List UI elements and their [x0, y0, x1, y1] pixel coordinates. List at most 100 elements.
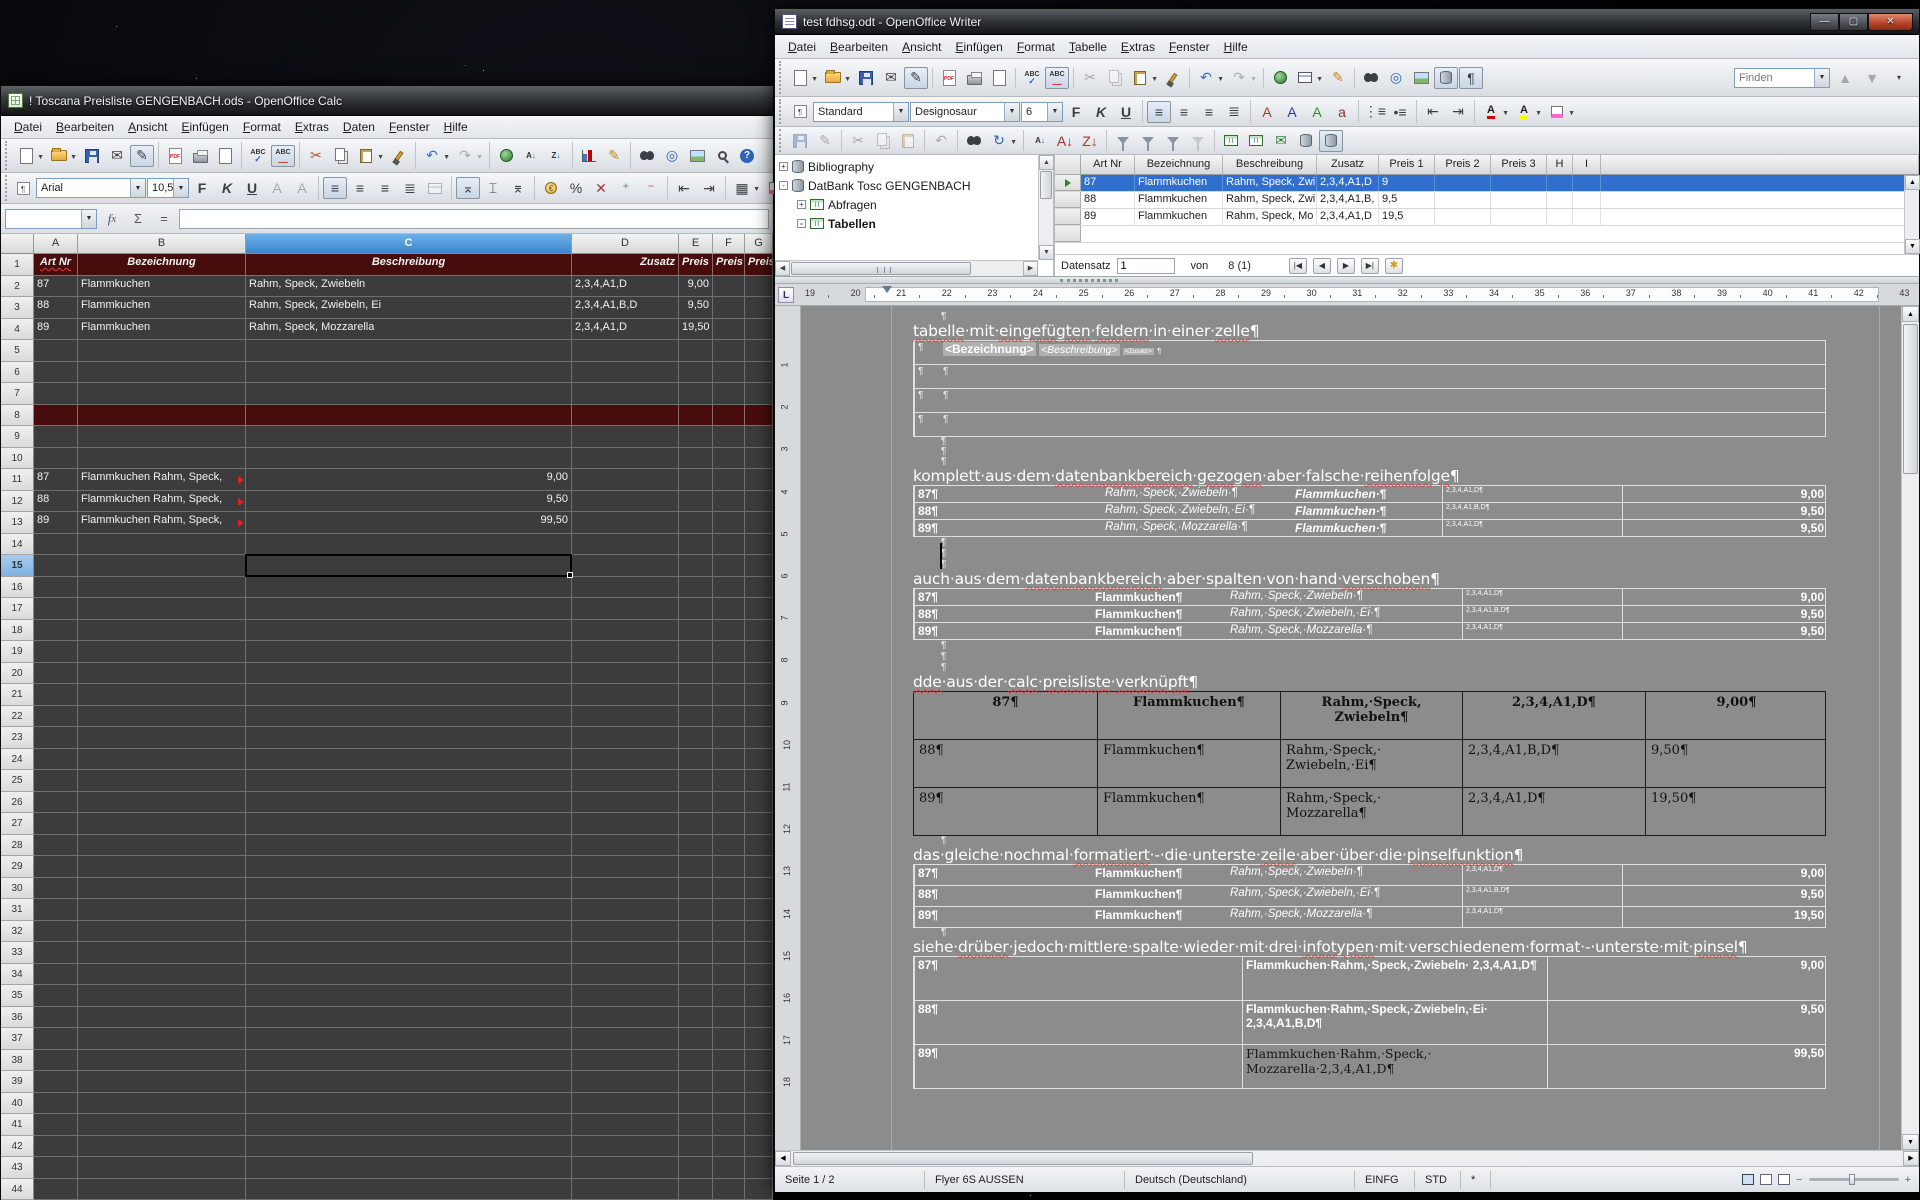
first-record-icon[interactable]: |◀: [1289, 258, 1307, 274]
cell-F5[interactable]: [713, 340, 745, 362]
zoom-icon[interactable]: [710, 145, 734, 167]
cell-E19[interactable]: [679, 641, 713, 663]
calc-column-headers[interactable]: ABCDEFG: [1, 234, 773, 254]
grid-column-preis-1[interactable]: Preis 1: [1379, 155, 1435, 175]
navigator-icon[interactable]: ◎: [660, 145, 684, 167]
chevron-down-icon[interactable]: ▼: [130, 179, 145, 197]
cell-D25[interactable]: [572, 770, 679, 792]
cell-D36[interactable]: [572, 1007, 679, 1029]
add-decimal-icon[interactable]: ⁺: [614, 177, 638, 199]
cell-G37[interactable]: [745, 1028, 773, 1050]
row-header-12[interactable]: 12: [1, 491, 34, 513]
cell-B18[interactable]: [78, 620, 246, 642]
cell-B21[interactable]: [78, 684, 246, 706]
grid-cell[interactable]: Rahm, Speck, Zwi: [1223, 192, 1317, 208]
cell-E32[interactable]: [679, 921, 713, 943]
new-document-icon[interactable]: ▼: [14, 145, 38, 167]
cell-B37[interactable]: [78, 1028, 246, 1050]
cell-D18[interactable]: [572, 620, 679, 642]
open-icon[interactable]: ▼: [821, 67, 845, 89]
cell-E22[interactable]: [679, 706, 713, 728]
calc-titlebar[interactable]: ! Toscana Preisliste GENGENBACH.ods - Op…: [1, 86, 773, 116]
cell-E36[interactable]: [679, 1007, 713, 1029]
row-header-6[interactable]: 6: [1, 362, 34, 384]
status-modified[interactable]: *: [1461, 1171, 1491, 1189]
calc-window[interactable]: ! Toscana Preisliste GENGENBACH.ods - Op…: [0, 85, 774, 1200]
cell-C36[interactable]: [246, 1007, 572, 1029]
cell-D26[interactable]: [572, 792, 679, 814]
cell-A41[interactable]: [34, 1114, 78, 1136]
menu-datei[interactable]: Datei: [7, 117, 49, 137]
explorer-horizontal-scrollbar[interactable]: ◀ ▶: [775, 260, 1038, 276]
scroll-right-icon[interactable]: ▶: [1903, 1151, 1919, 1166]
undo-icon[interactable]: ↶▼: [1194, 67, 1218, 89]
cell-B24[interactable]: [78, 749, 246, 771]
maximize-button[interactable]: ▢: [1839, 13, 1868, 31]
cell-B28[interactable]: [78, 835, 246, 857]
cell-B31[interactable]: [78, 899, 246, 921]
cell-E44[interactable]: [679, 1179, 713, 1200]
cell-G18[interactable]: [745, 620, 773, 642]
toolbar-grip[interactable]: [779, 61, 784, 94]
function-wizard-icon[interactable]: fx: [101, 209, 123, 229]
hyperlink-icon[interactable]: [494, 145, 518, 167]
cell-F34[interactable]: [713, 964, 745, 986]
autospellcheck-icon[interactable]: ABC﹏: [271, 145, 295, 167]
cell-E34[interactable]: [679, 964, 713, 986]
grid-cell[interactable]: 9,5: [1379, 192, 1435, 208]
cell-B14[interactable]: [78, 534, 246, 556]
cell-E6[interactable]: [679, 362, 713, 384]
cell-G17[interactable]: [745, 598, 773, 620]
row-header-27[interactable]: 27: [1, 813, 34, 835]
font-size-combo[interactable]: 10,5▼: [147, 178, 189, 198]
borders-icon[interactable]: ▦▼: [730, 177, 754, 199]
cell-F42[interactable]: [713, 1136, 745, 1158]
row-header-43[interactable]: 43: [1, 1157, 34, 1179]
row-header-42[interactable]: 42: [1, 1136, 34, 1158]
doc-table[interactable]: 87¶Rahm,·Speck,·Zwiebeln·¶Flammkuchen·¶2…: [913, 485, 1826, 537]
doc-table[interactable]: 87¶Flammkuchen·Rahm,·Speck,·Zwiebeln· 2,…: [913, 956, 1826, 1089]
grid-cell[interactable]: 9: [1379, 175, 1435, 191]
cell-D3[interactable]: 2,3,4,A1,B,D: [572, 297, 679, 319]
multi-page-view-icon[interactable]: [1760, 1174, 1772, 1185]
menu-hilfe[interactable]: Hilfe: [1217, 37, 1255, 57]
copy-icon[interactable]: [1103, 67, 1127, 89]
chevron-down-icon[interactable]: ▼: [1047, 103, 1062, 121]
cell-G28[interactable]: [745, 835, 773, 857]
cell-C32[interactable]: [246, 921, 572, 943]
grid-cell[interactable]: Rahm, Speck, Zwi: [1223, 175, 1317, 191]
draw-functions-icon[interactable]: ✎: [1326, 67, 1350, 89]
cell-A3[interactable]: 88: [34, 297, 78, 319]
cell-C5[interactable]: [246, 340, 572, 362]
status-page[interactable]: Seite 1 / 2: [775, 1171, 925, 1189]
highlight-icon[interactable]: A▼: [1512, 101, 1536, 123]
toolbar-grip[interactable]: [779, 99, 784, 124]
cell-C39[interactable]: [246, 1071, 572, 1093]
writer-table-data-toolbar[interactable]: ✎✂↶↻▼A↓A↓Z↓✉: [775, 127, 1919, 155]
expand-icon[interactable]: +: [779, 162, 788, 171]
scrollbar-thumb[interactable]: [791, 262, 971, 275]
calc-sheet-grid[interactable]: ABCDEFG 1Art NrBezeichnungBeschreibungZu…: [1, 234, 773, 1200]
cell-B44[interactable]: [78, 1179, 246, 1200]
cell-D32[interactable]: [572, 921, 679, 943]
cell-C6[interactable]: [246, 362, 572, 384]
column-header-F[interactable]: F: [713, 234, 745, 254]
cell-D4[interactable]: 2,3,4,A1,D: [572, 319, 679, 341]
cell-D37[interactable]: [572, 1028, 679, 1050]
row-header-7[interactable]: 7: [1, 383, 34, 405]
cell-F11[interactable]: [713, 469, 745, 491]
name-box[interactable]: ▼: [5, 209, 97, 229]
cell-A44[interactable]: [34, 1179, 78, 1200]
cell-C35[interactable]: [246, 985, 572, 1007]
scroll-down-icon[interactable]: ▼: [1902, 1134, 1919, 1150]
cell-G9[interactable]: [745, 426, 773, 448]
cell-E31[interactable]: [679, 899, 713, 921]
column-header-E[interactable]: E: [679, 234, 713, 254]
cell-D9[interactable]: [572, 426, 679, 448]
numbered-list-icon[interactable]: ⋮≡: [1363, 101, 1387, 123]
cell-B7[interactable]: [78, 383, 246, 405]
cell-C42[interactable]: [246, 1136, 572, 1158]
record-navigator[interactable]: Datensatz von 8 (1) |◀ ◀ ▶ ▶| ✱: [1055, 254, 1919, 276]
cell-A36[interactable]: [34, 1007, 78, 1029]
underline-icon[interactable]: U: [1114, 101, 1138, 123]
